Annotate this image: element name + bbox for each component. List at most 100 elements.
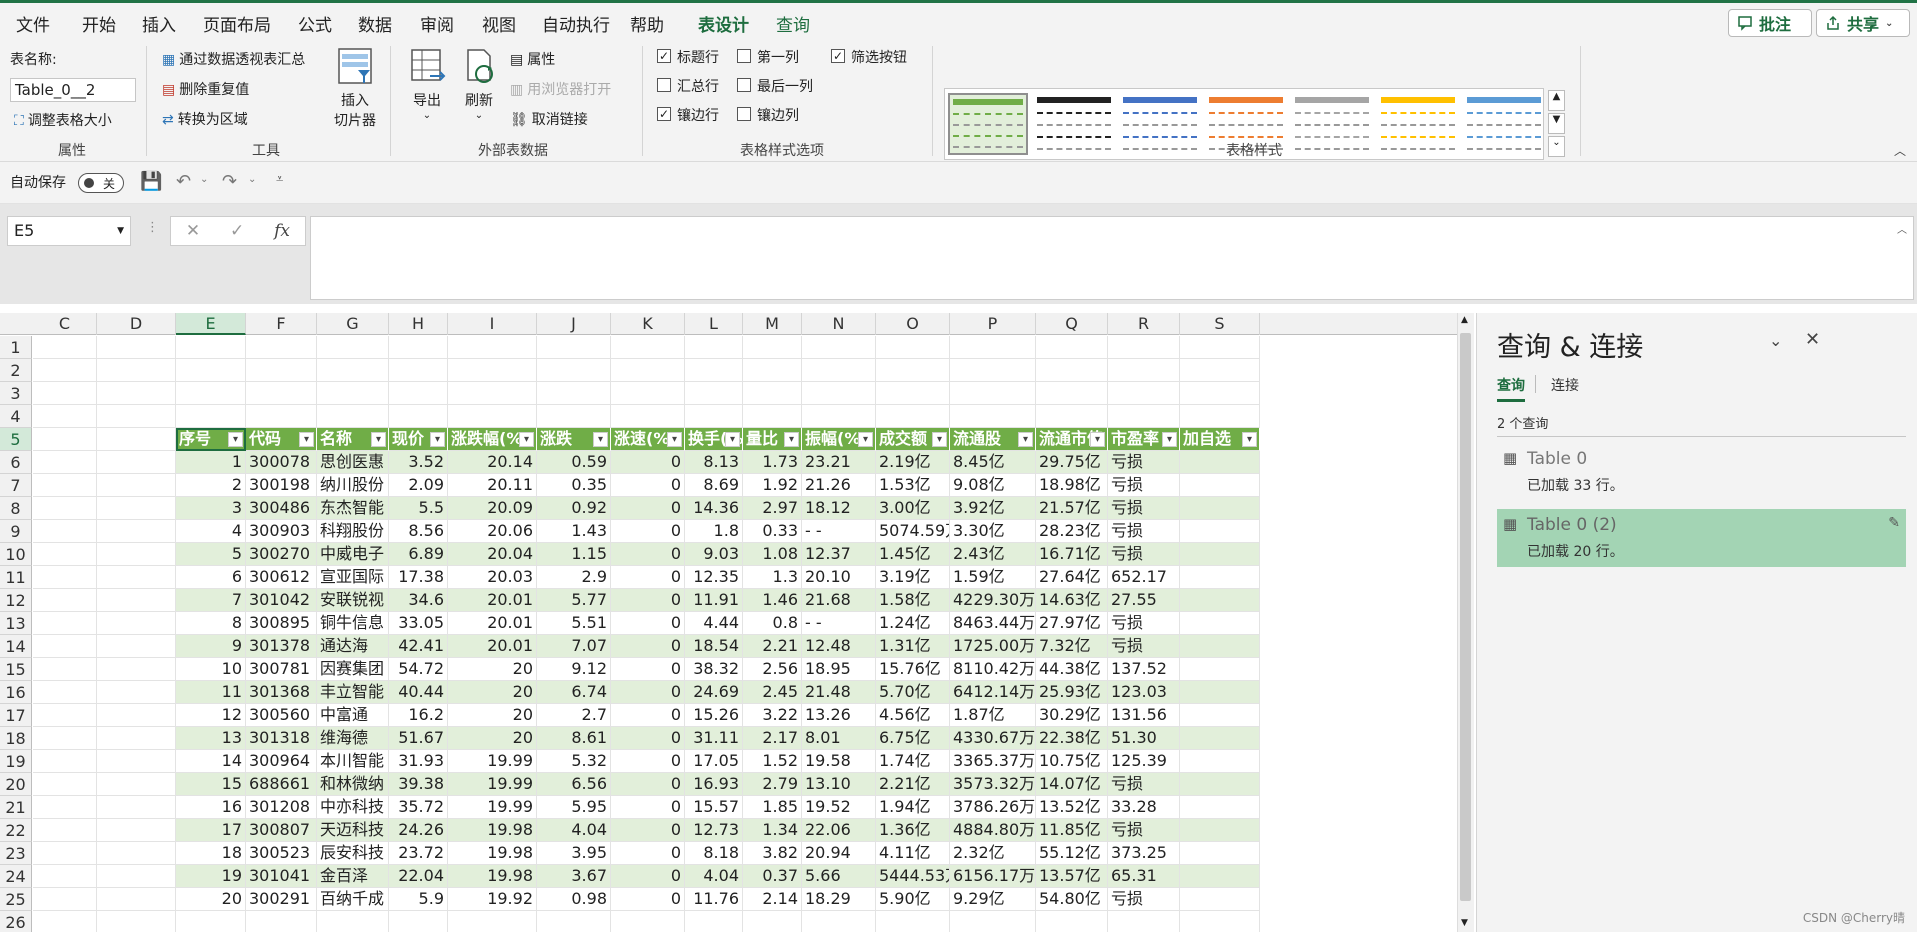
table-cell[interactable]: 17 [176, 819, 246, 842]
table-cell[interactable]: 22.04 [389, 865, 448, 888]
table-cell[interactable] [1180, 497, 1260, 520]
table-cell[interactable] [1180, 658, 1260, 681]
row-header-5[interactable]: 5 [0, 428, 32, 451]
table-cell[interactable]: 7.07 [537, 635, 611, 658]
row-header-7[interactable]: 7 [0, 474, 32, 497]
grid-cell[interactable] [33, 819, 97, 842]
grid-cell[interactable] [97, 819, 176, 842]
table-cell[interactable]: 20 [448, 727, 537, 750]
column-header-S[interactable]: S [1180, 313, 1260, 335]
table-cell[interactable]: 11.85亿 [1036, 819, 1108, 842]
scroll-thumb[interactable] [1460, 333, 1471, 901]
convert-range-button[interactable]: ⇄ 转换为区域 [162, 109, 248, 129]
grid-cell[interactable] [950, 336, 1036, 359]
table-cell[interactable]: 7.32亿 [1036, 635, 1108, 658]
table-cell[interactable]: 22.06 [802, 819, 876, 842]
table-cell[interactable]: 125.39 [1108, 750, 1180, 773]
table-cell[interactable]: 亏损 [1108, 819, 1180, 842]
table-header-cell[interactable]: 市盈率 ▾ [1108, 428, 1180, 451]
table-cell[interactable]: 12.73 [685, 819, 743, 842]
table-cell[interactable]: 16.2 [389, 704, 448, 727]
tab-10[interactable]: 表设计 [698, 11, 749, 43]
table-cell[interactable]: 27.55 [1108, 589, 1180, 612]
row-header-23[interactable]: 23 [0, 842, 32, 865]
table-cell[interactable]: 65.31 [1108, 865, 1180, 888]
table-cell[interactable] [1180, 681, 1260, 704]
banded-rows-checkbox[interactable]: ✓ [657, 107, 671, 121]
table-cell[interactable]: 11.76 [685, 888, 743, 911]
grid-cell[interactable] [1108, 382, 1180, 405]
table-cell[interactable]: 14.63亿 [1036, 589, 1108, 612]
table-cell[interactable]: 2.56 [743, 658, 802, 681]
grid-cell[interactable] [97, 451, 176, 474]
grid-cell[interactable] [950, 405, 1036, 428]
grid-cell[interactable] [1036, 382, 1108, 405]
table-cell[interactable]: 21.57亿 [1036, 497, 1108, 520]
table-cell[interactable]: 14.36 [685, 497, 743, 520]
row-header-12[interactable]: 12 [0, 589, 32, 612]
filter-dropdown-icon[interactable]: ▾ [858, 432, 873, 447]
table-cell[interactable]: 亏损 [1108, 635, 1180, 658]
table-cell[interactable]: 0 [611, 773, 685, 796]
grid-cell[interactable] [389, 382, 448, 405]
filter-dropdown-icon[interactable]: ▾ [1242, 432, 1257, 447]
table-cell[interactable]: 300781 [246, 658, 317, 681]
table-cell[interactable]: 金百泽 [317, 865, 389, 888]
table-style-option[interactable] [1034, 93, 1114, 155]
table-cell[interactable]: 6156.17万 [950, 865, 1036, 888]
grid-cell[interactable] [611, 911, 685, 932]
table-cell[interactable]: 300198 [246, 474, 317, 497]
table-cell[interactable]: 19.52 [802, 796, 876, 819]
row-header-10[interactable]: 10 [0, 543, 32, 566]
table-cell[interactable]: 1.52 [743, 750, 802, 773]
table-cell[interactable]: 373.25 [1108, 842, 1180, 865]
table-cell[interactable]: 18.95 [802, 658, 876, 681]
grid-cell[interactable] [802, 405, 876, 428]
table-cell[interactable]: 2.9 [537, 566, 611, 589]
table-cell[interactable]: 15.76亿 [876, 658, 950, 681]
grid-cell[interactable] [448, 359, 537, 382]
tab-2[interactable]: 插入 [142, 11, 176, 36]
table-header-cell[interactable]: 成交额 ▾ [876, 428, 950, 451]
table-cell[interactable]: 天迈科技 [317, 819, 389, 842]
table-cell[interactable]: 0 [611, 451, 685, 474]
grid-cell[interactable] [97, 635, 176, 658]
grid-cell[interactable] [33, 750, 97, 773]
table-cell[interactable]: 300612 [246, 566, 317, 589]
confirm-icon[interactable]: ✓ [230, 221, 244, 241]
grid-cell[interactable] [33, 658, 97, 681]
table-cell[interactable]: 铜牛信息 [317, 612, 389, 635]
panel-options-icon[interactable]: ⌄ [1769, 331, 1782, 350]
filter-dropdown-icon[interactable]: ▾ [784, 432, 799, 447]
grid-cell[interactable] [33, 773, 97, 796]
table-cell[interactable]: 51.67 [389, 727, 448, 750]
grid-cell[interactable] [33, 704, 97, 727]
table-cell[interactable] [1180, 566, 1260, 589]
table-cell[interactable]: 3.30亿 [950, 520, 1036, 543]
table-cell[interactable]: 20 [448, 681, 537, 704]
table-style-option[interactable] [1292, 93, 1372, 155]
table-cell[interactable] [1180, 589, 1260, 612]
banded-columns-checkbox[interactable] [737, 107, 751, 121]
table-cell[interactable]: 东杰智能 [317, 497, 389, 520]
table-cell[interactable]: 0.37 [743, 865, 802, 888]
tab-8[interactable]: 自动执行 [542, 11, 610, 36]
table-cell[interactable]: 1.46 [743, 589, 802, 612]
table-cell[interactable]: 300270 [246, 543, 317, 566]
table-cell[interactable]: 9 [176, 635, 246, 658]
table-cell[interactable]: 1.31亿 [876, 635, 950, 658]
table-cell[interactable]: 0 [611, 888, 685, 911]
grid-cell[interactable] [1180, 359, 1260, 382]
table-cell[interactable]: 19.98 [448, 865, 537, 888]
table-cell[interactable]: 20 [448, 658, 537, 681]
table-cell[interactable]: 2.21亿 [876, 773, 950, 796]
table-cell[interactable]: 1 [176, 451, 246, 474]
grid-cell[interactable] [950, 359, 1036, 382]
table-cell[interactable]: 0 [611, 658, 685, 681]
table-header-cell[interactable]: 流通市值 ▾ [1036, 428, 1108, 451]
table-cell[interactable]: 8.45亿 [950, 451, 1036, 474]
grid-cell[interactable] [97, 681, 176, 704]
table-cell[interactable]: 33.28 [1108, 796, 1180, 819]
table-cell[interactable]: 亏损 [1108, 773, 1180, 796]
grid-cell[interactable] [176, 405, 246, 428]
